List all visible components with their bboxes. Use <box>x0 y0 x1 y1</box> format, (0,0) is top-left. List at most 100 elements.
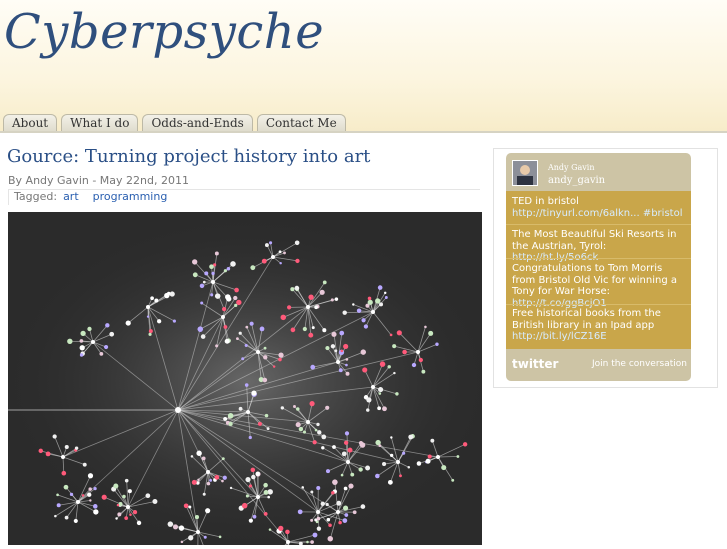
graph-node <box>67 339 72 344</box>
graph-node <box>267 427 270 430</box>
graph-node <box>61 471 66 476</box>
graph-node <box>332 445 336 449</box>
graph-node <box>245 326 248 329</box>
graph-node <box>53 434 57 438</box>
post-title[interactable]: Gource: Turning project history into art <box>7 146 370 167</box>
graph-node <box>384 292 386 294</box>
graph-node <box>310 365 315 370</box>
graph-node <box>263 483 268 488</box>
graph-node <box>148 333 151 336</box>
twitter-name[interactable]: Andy Gavin <box>548 163 595 172</box>
graph-node <box>175 407 181 413</box>
graph-node <box>146 305 150 309</box>
site-header: Cyberpsyche About What I do Odds-and-End… <box>0 0 727 132</box>
graph-node <box>203 493 206 496</box>
graph-node <box>339 368 343 372</box>
graph-node <box>87 493 91 497</box>
graph-node <box>87 327 91 331</box>
tweet-text: The Most Beautiful Ski Resorts in the Au… <box>512 229 676 252</box>
nav-odds-and-ends[interactable]: Odds-and-Ends <box>142 114 252 132</box>
post-byline: By Andy Gavin - May 22nd, 2011 <box>8 174 189 187</box>
graph-node <box>215 344 218 347</box>
graph-node <box>80 353 83 356</box>
graph-node <box>221 315 225 319</box>
graph-node <box>371 385 375 389</box>
graph-node <box>377 406 381 410</box>
graph-node <box>293 405 296 408</box>
graph-node <box>294 286 299 291</box>
graph-node <box>253 515 257 519</box>
graph-node <box>239 332 242 335</box>
graph-node <box>196 530 200 534</box>
tweet-link[interactable]: http://bit.ly/lCZ16E <box>512 331 607 342</box>
graph-node <box>435 343 438 346</box>
join-conversation-link[interactable]: Join the conversation <box>592 359 687 369</box>
graph-node <box>245 477 250 482</box>
graph-node <box>331 491 334 494</box>
graph-edge <box>438 456 458 457</box>
graph-node <box>170 291 175 296</box>
graph-node <box>251 468 256 473</box>
graph-node <box>348 448 353 453</box>
graph-node <box>273 365 275 367</box>
gource-graph <box>8 212 482 545</box>
site-title[interactable]: Cyberpsyche <box>4 4 324 60</box>
tweet-link[interactable]: http://t.co/ggBcjO1 <box>512 298 607 309</box>
graph-node <box>173 524 178 529</box>
graph-node <box>286 540 290 544</box>
tag-programming[interactable]: programming <box>93 190 168 203</box>
graph-node <box>361 349 366 354</box>
graph-node <box>129 513 132 516</box>
graph-node <box>211 280 215 284</box>
graph-node <box>402 452 405 455</box>
twitter-logo[interactable]: twitter <box>512 357 558 371</box>
graph-node <box>249 519 253 523</box>
nav-about[interactable]: About <box>3 114 57 132</box>
graph-node <box>424 326 427 329</box>
graph-node <box>184 503 189 508</box>
graph-node <box>229 422 233 426</box>
graph-node <box>281 406 284 409</box>
tweet-link[interactable]: http://tinyurl.com/6alkn... #bristol <box>512 208 682 219</box>
graph-node <box>364 324 368 328</box>
graph-node <box>378 392 381 395</box>
graph-node <box>350 473 354 477</box>
graph-node <box>210 293 213 296</box>
graph-node <box>236 337 239 340</box>
graph-node <box>271 255 275 259</box>
graph-node <box>296 422 301 427</box>
graph-node <box>314 305 318 309</box>
graph-node <box>281 315 286 320</box>
twitter-handle[interactable]: andy_gavin <box>548 175 605 186</box>
graph-node <box>126 505 130 509</box>
graph-node <box>228 413 234 419</box>
graph-node <box>278 353 283 358</box>
graph-node <box>299 427 303 431</box>
nav-contact-me[interactable]: Contact Me <box>257 114 346 132</box>
graph-node <box>64 485 69 490</box>
tag-art[interactable]: art <box>63 190 79 203</box>
graph-node <box>203 281 206 284</box>
graph-node <box>267 496 270 499</box>
graph-node <box>279 250 282 253</box>
graph-node <box>428 331 433 336</box>
graph-node <box>317 517 321 521</box>
graph-node <box>279 262 281 264</box>
graph-node <box>57 503 61 507</box>
graph-node <box>113 484 118 489</box>
avatar[interactable] <box>512 160 538 186</box>
graph-node <box>256 472 260 476</box>
graph-node <box>250 322 254 326</box>
nav-what-i-do[interactable]: What I do <box>61 114 138 132</box>
graph-node <box>313 440 317 444</box>
graph-node <box>219 536 222 539</box>
graph-node <box>157 319 161 323</box>
graph-node <box>99 352 103 356</box>
graph-node <box>54 515 57 518</box>
graph-node <box>306 541 309 544</box>
graph-node <box>341 474 344 477</box>
graph-node <box>331 332 336 337</box>
graph-node <box>75 446 78 449</box>
graph-node <box>206 470 210 474</box>
graph-node <box>224 325 228 329</box>
